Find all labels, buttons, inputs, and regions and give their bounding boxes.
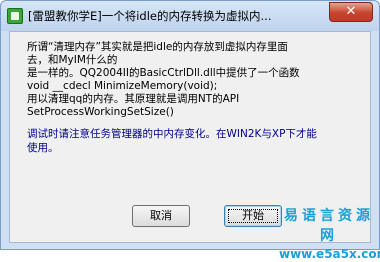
- title-bar[interactable]: [雷盟教你学E]一个将idle的内存转换为虚拟内... ✕: [1, 1, 379, 31]
- window-title: [雷盟教你学E]一个将idle的内存转换为虚拟内...: [28, 9, 272, 23]
- description-line: 去，和MyIM什么的: [27, 54, 118, 66]
- cancel-button[interactable]: 取消: [132, 205, 190, 227]
- description-line: 是一样的。QQ2004II的BasicCtrlDll.dll中提供了一个函数: [27, 67, 300, 79]
- description-line: 所谓“清理内存”其实就是把idle的内存放到虚拟内存里面: [27, 41, 288, 53]
- watermark-url: www.e5a5x.com: [279, 247, 380, 261]
- close-button[interactable]: ✕: [329, 2, 373, 22]
- description-line: 用以清理qq的内存。其原理就是调用NT的API: [27, 93, 240, 105]
- note-text: 调试时请注意任务管理器的中内存变化。在WIN2K与XP下才能 使用。: [27, 127, 362, 155]
- note-line: 使用。: [27, 142, 59, 154]
- description-line: SetProcessWorkingSetSize(): [27, 106, 174, 118]
- description-text: 所谓“清理内存”其实就是把idle的内存放到虚拟内存里面 去，和MyIM什么的 …: [27, 41, 362, 119]
- app-icon: [7, 8, 23, 24]
- start-button[interactable]: 开始: [224, 205, 282, 227]
- focus-rect: [228, 209, 278, 223]
- description-line: void __cdecl MinimizeMemory(void);: [27, 80, 218, 92]
- note-line: 调试时请注意任务管理器的中内存变化。在WIN2K与XP下才能: [27, 128, 317, 140]
- dialog-window: [雷盟教你学E]一个将idle的内存转换为虚拟内... ✕ 所谓“清理内存”其实…: [0, 0, 380, 261]
- watermark: 易语言资源网 www.e5a5x.com: [279, 206, 380, 261]
- watermark-text: 易语言资源网: [284, 208, 374, 244]
